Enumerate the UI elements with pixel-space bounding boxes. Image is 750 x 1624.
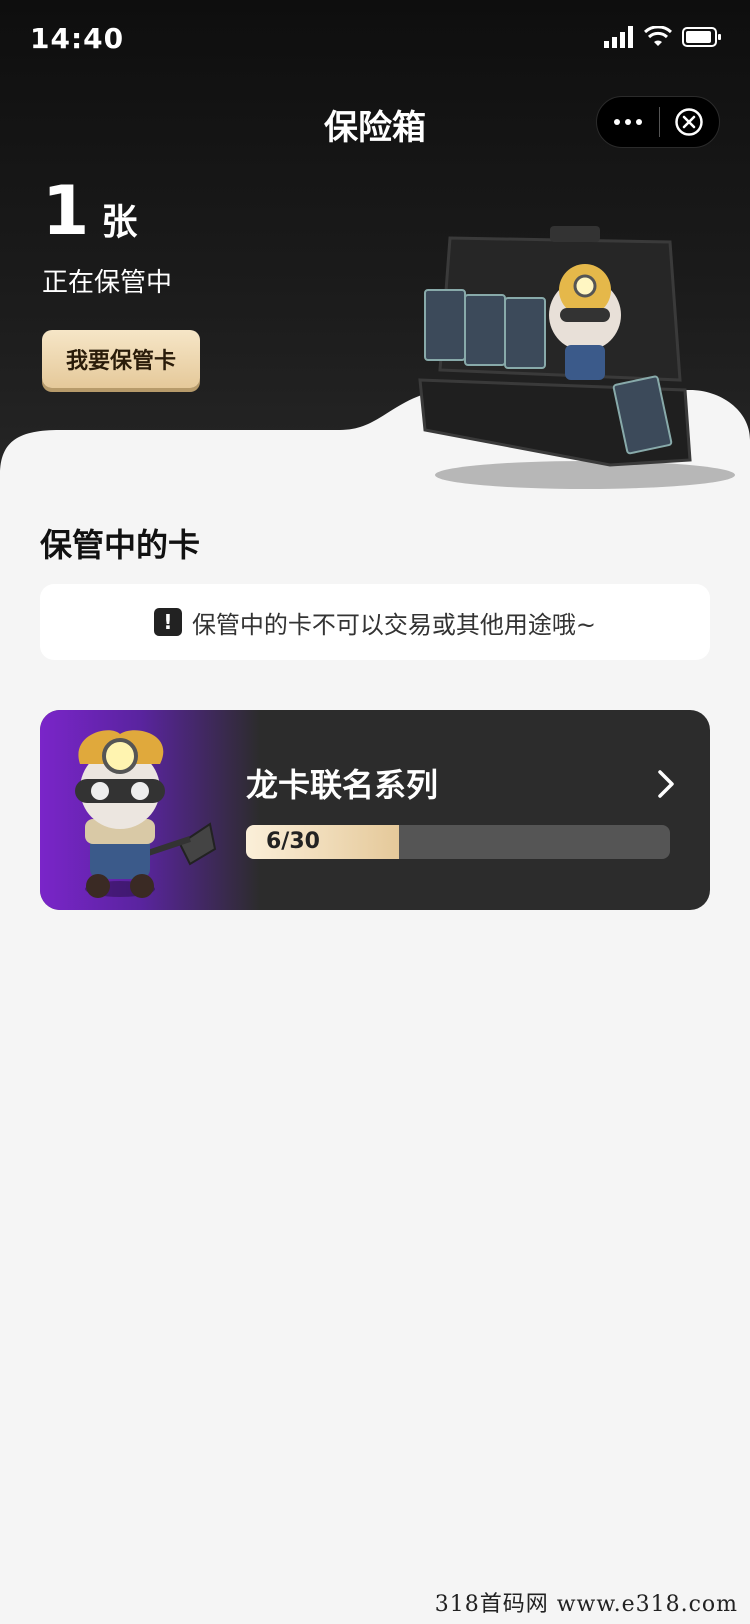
close-button[interactable] (659, 96, 719, 148)
more-dot-icon (635, 119, 642, 125)
close-circle-icon (675, 108, 703, 136)
more-dot-icon (624, 119, 631, 125)
series-card[interactable]: 龙卡联名系列 6/30 (40, 710, 710, 910)
card-count-unit: 张 (101, 202, 138, 243)
exclamation-icon: ! (153, 608, 182, 636)
more-button[interactable] (597, 96, 659, 148)
safe-box-illustration (418, 226, 735, 489)
card-count-subtitle: 正在保管中 (42, 268, 173, 298)
signal-icon (604, 26, 633, 48)
notice-banner: ! 保管中的卡不可以交易或其他用途哦~ (40, 584, 710, 660)
status-bar: 14:40 (0, 0, 750, 80)
section-title: 保管中的卡 (40, 526, 201, 564)
notice-text: 保管中的卡不可以交易或其他用途哦~ (191, 610, 597, 639)
status-icons (604, 26, 722, 48)
more-dot-icon (613, 119, 620, 125)
watermark: 318首码网 www.e318.com (434, 1592, 738, 1617)
chevron-right-icon (658, 770, 674, 798)
collection-progress-bar: 6/30 (246, 825, 670, 859)
wifi-icon (644, 26, 672, 46)
mini-program-capsule (596, 96, 720, 148)
miner-mascot-image (75, 730, 217, 898)
collection-progress-text: 6/30 (266, 829, 320, 854)
card-count: 1 张 (42, 176, 137, 248)
keep-card-button[interactable]: 我要保管卡 (42, 330, 200, 388)
status-time: 14:40 (30, 22, 125, 55)
series-name: 龙卡联名系列 (246, 766, 439, 804)
battery-icon (682, 27, 721, 47)
card-count-number: 1 (42, 172, 90, 251)
